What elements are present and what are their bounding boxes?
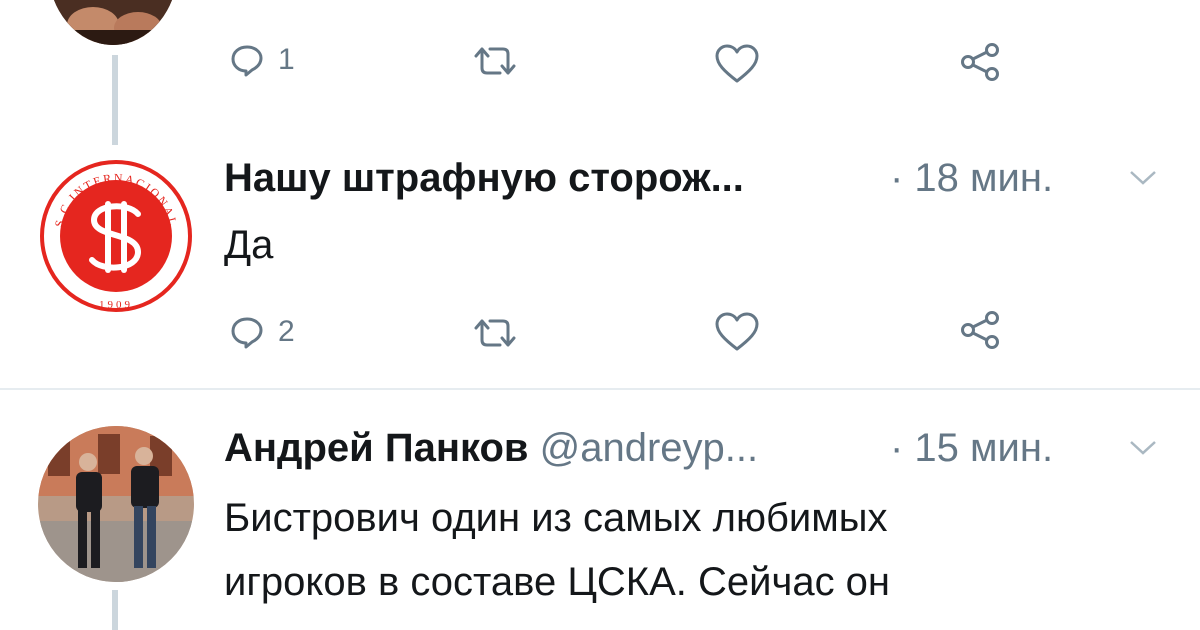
tweet-text-line: Бистрович один из самых любимых — [224, 496, 888, 540]
heart-icon — [715, 312, 759, 351]
author-display-name[interactable]: Андрей Панков — [224, 426, 529, 470]
chevron-down-icon[interactable] — [1128, 168, 1158, 188]
retweet-button[interactable] — [470, 316, 520, 350]
club-year-text: 1909 — [99, 299, 133, 311]
avatar[interactable] — [48, 0, 178, 45]
tweet-time[interactable]: · 15 мин. — [890, 426, 1053, 471]
thread-line — [112, 590, 118, 630]
divider — [0, 388, 1200, 390]
avatar[interactable] — [38, 426, 194, 582]
reply-button[interactable]: 1 — [230, 43, 295, 77]
chevron-down-icon[interactable] — [1128, 438, 1158, 458]
avatar[interactable]: S.C.INTERNACIONAL 1909 — [38, 158, 194, 314]
thread-line — [112, 55, 118, 145]
reply-icon — [231, 317, 263, 349]
tweet-time[interactable]: · 18 мин. — [890, 156, 1053, 201]
retweet-icon — [474, 319, 516, 347]
author-name[interactable]: Андрей Панков @andreyp... — [224, 426, 758, 471]
share-icon — [961, 311, 999, 349]
tweet-text-line: игроков в составе ЦСКА. Сейчас он — [224, 560, 891, 604]
like-button[interactable] — [714, 44, 760, 84]
reply-count: 1 — [278, 43, 295, 76]
tweet-text: Да — [224, 223, 274, 267]
share-button[interactable] — [958, 42, 1002, 82]
author-handle[interactable]: @andreyp... — [540, 426, 759, 470]
retweet-button[interactable] — [470, 44, 520, 78]
reply-count: 2 — [278, 315, 295, 348]
reply-button[interactable]: 2 — [230, 315, 295, 349]
reply-icon — [231, 45, 263, 77]
retweet-icon — [474, 47, 516, 75]
like-button[interactable] — [714, 312, 760, 352]
author-name[interactable]: Нашу штрафную сторож... — [224, 156, 744, 201]
share-icon — [961, 43, 999, 81]
share-button[interactable] — [958, 310, 1002, 350]
heart-icon — [715, 44, 759, 83]
